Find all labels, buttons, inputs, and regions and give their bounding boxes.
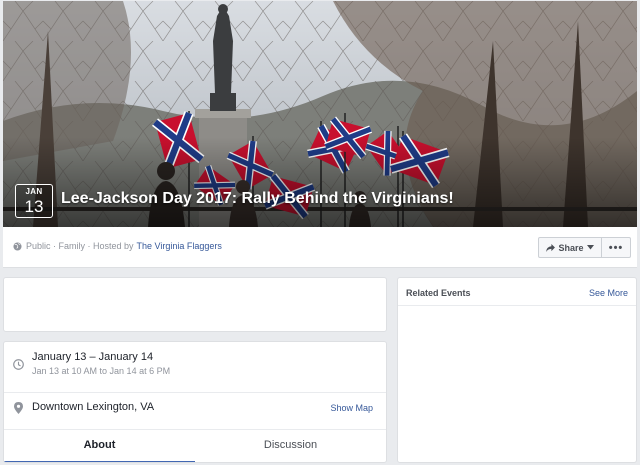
- event-meta-text: Public · Family · Hosted by: [26, 241, 134, 251]
- badge-month: JAN: [25, 187, 43, 196]
- event-cover-photo[interactable]: JAN 13 Lee-Jackson Day 2017: Rally Behin…: [3, 1, 637, 227]
- event-details-card: January 13 – January 14 Jan 13 at 10 AM …: [3, 341, 387, 463]
- cover-gradient-overlay: [3, 137, 637, 227]
- event-location-row[interactable]: Downtown Lexington, VA Show Map: [4, 393, 386, 430]
- clock-icon: [13, 359, 24, 370]
- event-title: Lee-Jackson Day 2017: Rally Behind the V…: [61, 190, 454, 207]
- event-info-bar: Public · Family · Hosted by The Virginia…: [3, 227, 637, 268]
- related-events-title: Related Events: [406, 288, 471, 298]
- event-date-range: January 13 – January 14: [32, 351, 154, 363]
- tab-discussion[interactable]: Discussion: [195, 430, 386, 462]
- share-button[interactable]: Share: [538, 237, 602, 258]
- host-link[interactable]: The Virginia Flaggers: [137, 241, 222, 251]
- see-more-link[interactable]: See More: [589, 288, 628, 298]
- related-events-card: Related Events See More: [397, 277, 637, 463]
- chevron-down-icon: [586, 245, 594, 250]
- composer-card: [3, 277, 387, 332]
- globe-icon: [13, 241, 22, 251]
- share-label: Share: [558, 242, 584, 253]
- show-map-link[interactable]: Show Map: [330, 403, 373, 413]
- event-time-range: Jan 13 at 10 AM to Jan 14 at 6 PM: [32, 366, 171, 376]
- more-options-button[interactable]: •••: [601, 237, 631, 258]
- event-location: Downtown Lexington, VA: [32, 401, 155, 413]
- event-meta: Public · Family · Hosted by The Virginia…: [13, 241, 222, 251]
- event-tabs: About Discussion: [4, 430, 386, 462]
- badge-day: 13: [24, 197, 44, 216]
- event-date-badge: JAN 13: [15, 184, 53, 218]
- tab-about[interactable]: About: [4, 430, 195, 462]
- related-events-header: Related Events See More: [398, 278, 636, 306]
- share-arrow-icon: [546, 243, 556, 252]
- location-pin-icon: [14, 402, 23, 414]
- event-date-row[interactable]: January 13 – January 14 Jan 13 at 10 AM …: [4, 351, 386, 393]
